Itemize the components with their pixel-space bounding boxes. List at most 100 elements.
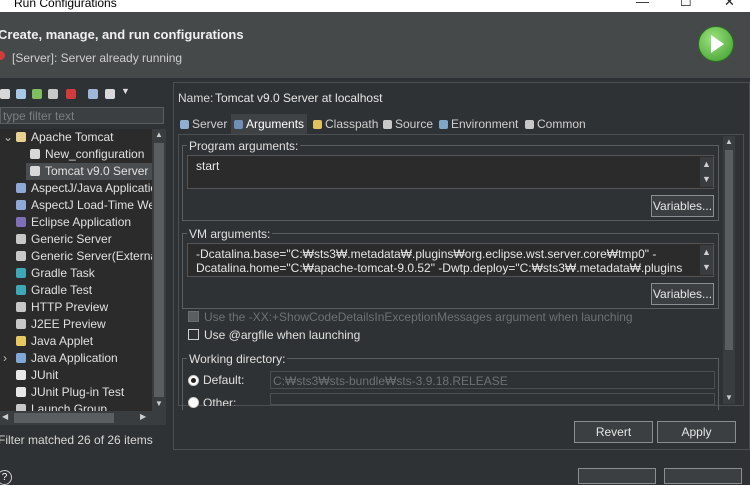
title-bar: Run Configurations — ☐ ✕ bbox=[0, 0, 750, 12]
tab-common[interactable]: Common bbox=[525, 114, 586, 134]
scroll-right-icon[interactable]: ▶ bbox=[140, 412, 146, 421]
program-arguments-input[interactable]: start bbox=[187, 155, 714, 189]
tree-item[interactable]: Tomcat v9.0 Server at bbox=[26, 163, 152, 180]
vm-arguments-input[interactable]: -Dcatalina.base="C:₩sts3₩.metadata₩.plug… bbox=[187, 243, 714, 277]
tree-item[interactable]: Java Applet bbox=[0, 333, 93, 350]
gradle-icon bbox=[16, 285, 26, 295]
tree-item-label: Eclipse Application bbox=[31, 215, 132, 229]
tree-item-label: Tomcat v9.0 Server at bbox=[45, 164, 152, 178]
tree-item[interactable]: Gradle Task bbox=[0, 265, 95, 282]
tab-environment[interactable]: Environment bbox=[439, 114, 518, 134]
tree-item[interactable]: JUnit Plug-in Test bbox=[0, 384, 124, 401]
tree-item-label: Gradle Test bbox=[31, 283, 93, 297]
vm-variables-button[interactable]: Variables... bbox=[651, 283, 714, 305]
config-icon bbox=[30, 149, 40, 159]
tree-item[interactable]: HTTP Preview bbox=[0, 299, 108, 316]
tree-item[interactable]: New_configuration bbox=[0, 146, 144, 163]
new-config-icon[interactable] bbox=[0, 89, 10, 99]
scroll-left-icon[interactable]: ◀ bbox=[2, 412, 8, 421]
tree-item[interactable]: Generic Server(External bbox=[0, 248, 152, 265]
tree-scroll-thumb[interactable] bbox=[154, 143, 164, 397]
applet-icon bbox=[16, 336, 26, 346]
filter-status: Filter matched 26 of 26 items bbox=[0, 433, 153, 447]
dialog-header bbox=[0, 12, 750, 78]
tree-item[interactable]: JUnit bbox=[0, 367, 58, 384]
aspectj-icon bbox=[16, 200, 26, 210]
other-directory-field[interactable] bbox=[270, 393, 715, 405]
program-args-scrollbar[interactable]: ▲ ▼ bbox=[700, 157, 713, 187]
tree-item-label: Apache Tomcat bbox=[31, 130, 114, 144]
close-icon[interactable]: ✕ bbox=[724, 0, 735, 10]
apply-button[interactable]: Apply bbox=[657, 421, 736, 443]
default-directory-field: C:₩sts3₩sts-bundle₩sts-3.9.18.RELEASE bbox=[270, 371, 715, 389]
chevron-down-icon[interactable]: ⌄ bbox=[3, 129, 13, 146]
tab-source[interactable]: Source bbox=[383, 114, 433, 134]
scroll-up-icon[interactable]: ▲ bbox=[725, 137, 733, 146]
tree-item[interactable]: AspectJ Load-Time Wea bbox=[0, 197, 152, 214]
java-app-icon bbox=[16, 353, 26, 363]
tree-item[interactable]: › Java Application bbox=[0, 350, 118, 367]
default-radio[interactable] bbox=[188, 375, 199, 386]
tab-classpath[interactable]: Classpath bbox=[313, 114, 378, 134]
program-arguments-label: Program arguments: bbox=[187, 139, 301, 153]
tree-item[interactable]: Eclipse Application bbox=[0, 214, 131, 231]
arguments-scroll-thumb[interactable] bbox=[725, 150, 733, 350]
argfile-checkbox[interactable] bbox=[188, 329, 199, 340]
tree-item[interactable]: J2EE Preview bbox=[0, 316, 106, 333]
tab-server[interactable]: Server bbox=[180, 114, 227, 134]
config-icon bbox=[30, 166, 40, 176]
classpath-icon bbox=[313, 120, 322, 129]
delete-icon[interactable] bbox=[66, 89, 76, 99]
tree-item[interactable]: AspectJ/Java Application bbox=[0, 180, 152, 197]
chevron-down-icon[interactable]: ▼ bbox=[121, 86, 130, 96]
scroll-down-icon[interactable]: ▼ bbox=[155, 399, 163, 408]
scroll-down-icon[interactable]: ▼ bbox=[725, 393, 733, 402]
tree-item[interactable]: Gradle Test bbox=[0, 282, 92, 299]
name-field[interactable]: Tomcat v9.0 Server at localhost bbox=[213, 88, 745, 108]
run-button[interactable] bbox=[578, 468, 656, 484]
close-button[interactable] bbox=[664, 468, 742, 484]
vm-arguments-line-1: -Dcatalina.base="C:₩sts3₩.metadata₩.plug… bbox=[196, 247, 657, 261]
showcode-label: Use the -XX:+ShowCodeDetailsInExceptionM… bbox=[204, 310, 633, 324]
tree-item[interactable]: Generic Server bbox=[0, 231, 112, 248]
tree-item-label: JUnit Plug-in Test bbox=[31, 385, 125, 399]
environment-icon bbox=[439, 120, 448, 129]
program-variables-button[interactable]: Variables... bbox=[651, 195, 714, 217]
common-icon bbox=[525, 120, 534, 129]
showcode-checkbox[interactable] bbox=[188, 311, 199, 322]
tree-item-label: Java Applet bbox=[31, 334, 94, 348]
junit-icon bbox=[16, 370, 26, 380]
vm-args-scrollbar[interactable]: ▲ ▼ bbox=[700, 245, 713, 275]
minimize-icon[interactable]: — bbox=[636, 0, 649, 9]
filter-input[interactable]: type filter text bbox=[0, 107, 164, 124]
duplicate-icon[interactable] bbox=[48, 89, 58, 99]
argfile-label: Use @argfile when launching bbox=[204, 328, 361, 342]
tree-item[interactable]: Launch Group bbox=[0, 401, 107, 411]
other-radio[interactable] bbox=[188, 397, 199, 408]
window-title: Run Configurations bbox=[14, 0, 117, 10]
scroll-up-icon[interactable]: ▲ bbox=[155, 130, 163, 139]
server-icon bbox=[16, 319, 26, 329]
tree-hscroll-thumb[interactable] bbox=[14, 413, 114, 423]
junit-icon bbox=[16, 387, 26, 397]
working-directory-label: Working directory: bbox=[187, 352, 288, 366]
server-icon bbox=[180, 120, 189, 129]
eclipse-icon bbox=[16, 217, 26, 227]
revert-button[interactable]: Revert bbox=[574, 421, 653, 443]
tree-item[interactable]: ⌄ Apache Tomcat bbox=[0, 129, 114, 146]
maximize-icon[interactable]: ☐ bbox=[680, 0, 692, 10]
export-icon[interactable] bbox=[32, 89, 42, 99]
new-prototype-icon[interactable] bbox=[16, 89, 26, 99]
chevron-right-icon[interactable]: › bbox=[3, 350, 7, 367]
tree-item-label: New_configuration bbox=[45, 147, 145, 161]
vm-arguments-label: VM arguments: bbox=[187, 227, 273, 241]
tree-item-label: Gradle Task bbox=[31, 266, 95, 280]
source-icon bbox=[383, 120, 392, 129]
filter-icon[interactable] bbox=[105, 89, 115, 99]
tab-arguments[interactable]: Arguments bbox=[231, 114, 307, 134]
collapse-all-icon[interactable] bbox=[88, 89, 98, 99]
arguments-icon bbox=[234, 120, 243, 129]
default-label: Default: bbox=[203, 373, 245, 387]
tree-item-label: Launch Group bbox=[31, 402, 108, 411]
vm-arguments-line-2: Dcatalina.home="C:₩apache-tomcat-9.0.52"… bbox=[196, 261, 683, 275]
